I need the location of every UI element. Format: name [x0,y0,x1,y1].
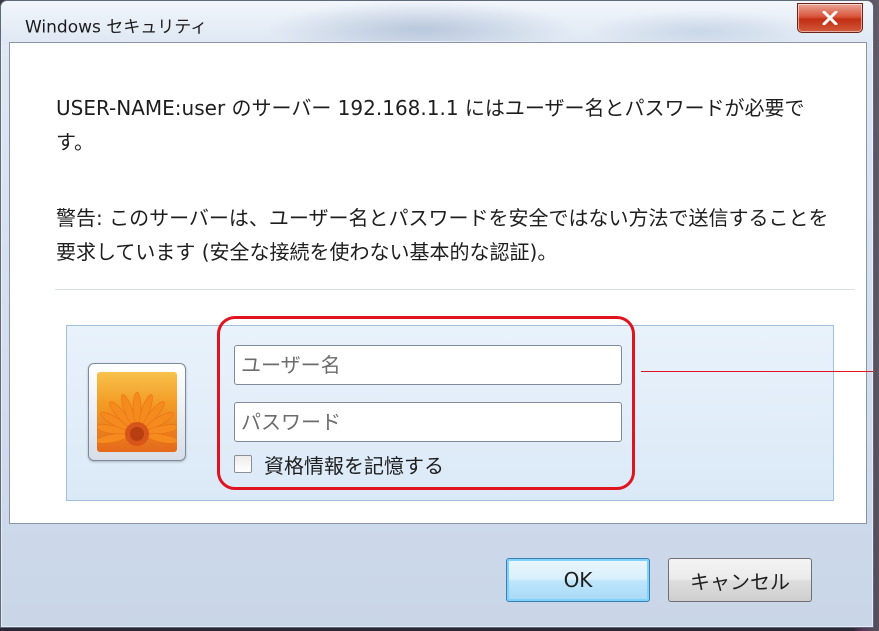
remember-label: 資格情報を記憶する [264,453,444,478]
cancel-button[interactable]: キャンセル [668,558,812,602]
credential-panel: 資格情報を記憶する [66,316,834,501]
window-title: Windows セキュリティ [25,17,208,38]
user-avatar [88,363,186,461]
user-tile-flower-icon [97,372,177,452]
close-icon [822,11,838,25]
remember-checkbox[interactable] [234,455,252,473]
dialog-body: USER-NAME:user のサーバー 192.168.1.1 にはユーザー名… [9,42,867,524]
remember-credentials[interactable]: 資格情報を記憶する [234,452,444,478]
username-input[interactable] [234,345,622,385]
divider [55,289,855,290]
credential-fields-highlight: 資格情報を記憶する [217,316,635,490]
ok-button[interactable]: OK [506,558,650,602]
password-input[interactable] [234,402,622,442]
server-message: USER-NAME:user のサーバー 192.168.1.1 にはユーザー名… [56,96,805,154]
warning-message: 警告: このサーバーは、ユーザー名とパスワードを安全ではない方法で送信することを… [56,206,829,264]
callout-line [641,371,873,372]
security-dialog: Windows セキュリティ USER-NAME:user のサーバー 192.… [0,0,874,628]
title-bar[interactable]: Windows セキュリティ [1,1,873,41]
close-button[interactable] [797,3,863,33]
